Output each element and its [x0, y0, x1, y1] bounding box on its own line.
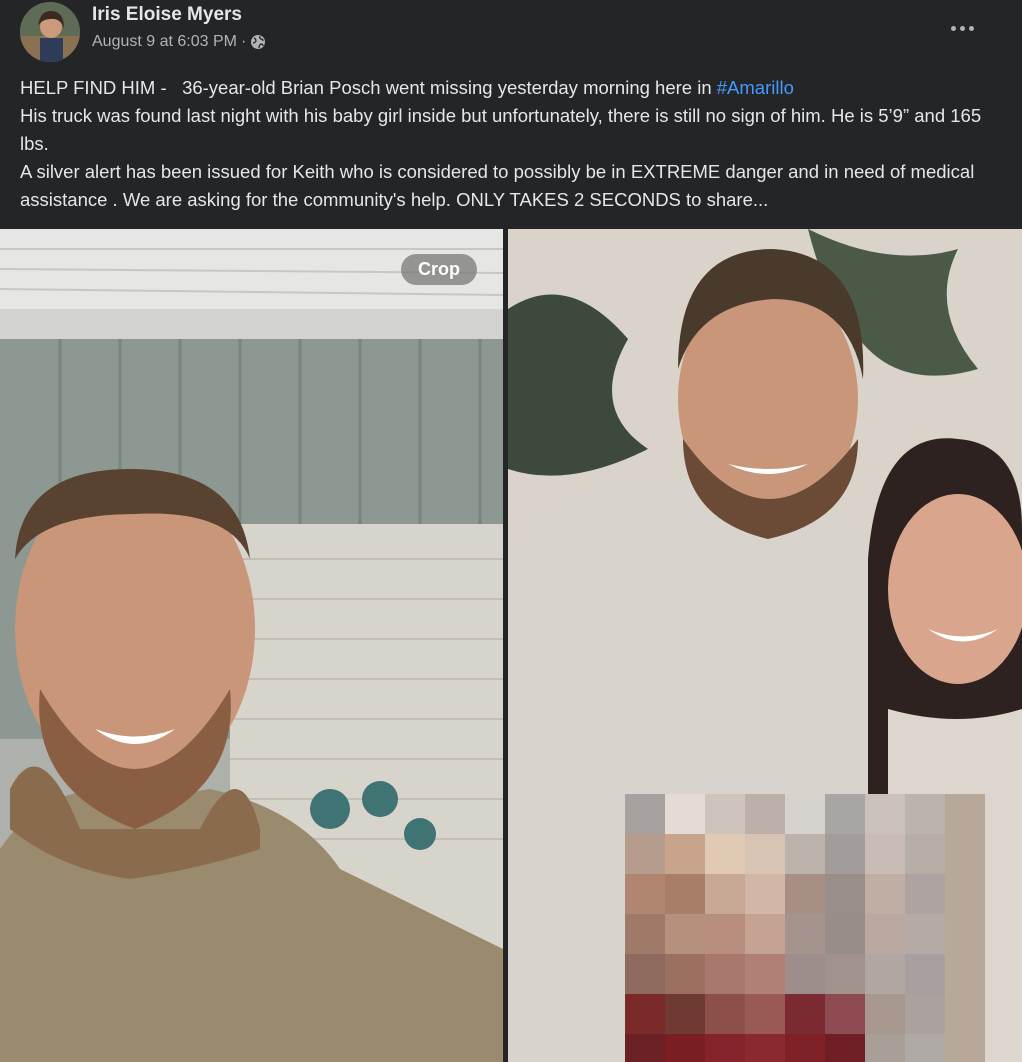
photo-couple[interactable] [508, 229, 1022, 1062]
crop-button[interactable]: Crop [401, 254, 477, 285]
globe-icon [250, 34, 266, 50]
post-text-line-3: A silver alert has been issued for Keith… [20, 161, 975, 210]
author-name[interactable]: Iris Eloise Myers [92, 4, 242, 26]
post-text-line-2: His truck was found last night with his … [20, 105, 982, 154]
photo-man-porch[interactable]: Crop [0, 229, 503, 1062]
post-text-line-1: HELP FIND HIM - 36-year-old Brian Posch … [20, 74, 1005, 102]
post-date[interactable]: August 9 at 6:03 PM [92, 33, 237, 51]
more-horizontal-icon[interactable] [942, 14, 982, 42]
post-text: HELP FIND HIM - 36-year-old Brian Posch … [20, 74, 1005, 214]
post-meta: August 9 at 6:03 PM · [92, 33, 266, 51]
meta-separator: · [240, 33, 247, 50]
author-avatar[interactable] [20, 2, 80, 62]
post-text-intro: HELP FIND HIM - 36-year-old Brian Posch … [20, 77, 717, 98]
photo-grid: Crop [0, 229, 1022, 1062]
post-header: Iris Eloise Myers August 9 at 6:03 PM · [0, 0, 1022, 70]
hashtag-link[interactable]: #Amarillo [717, 77, 794, 98]
